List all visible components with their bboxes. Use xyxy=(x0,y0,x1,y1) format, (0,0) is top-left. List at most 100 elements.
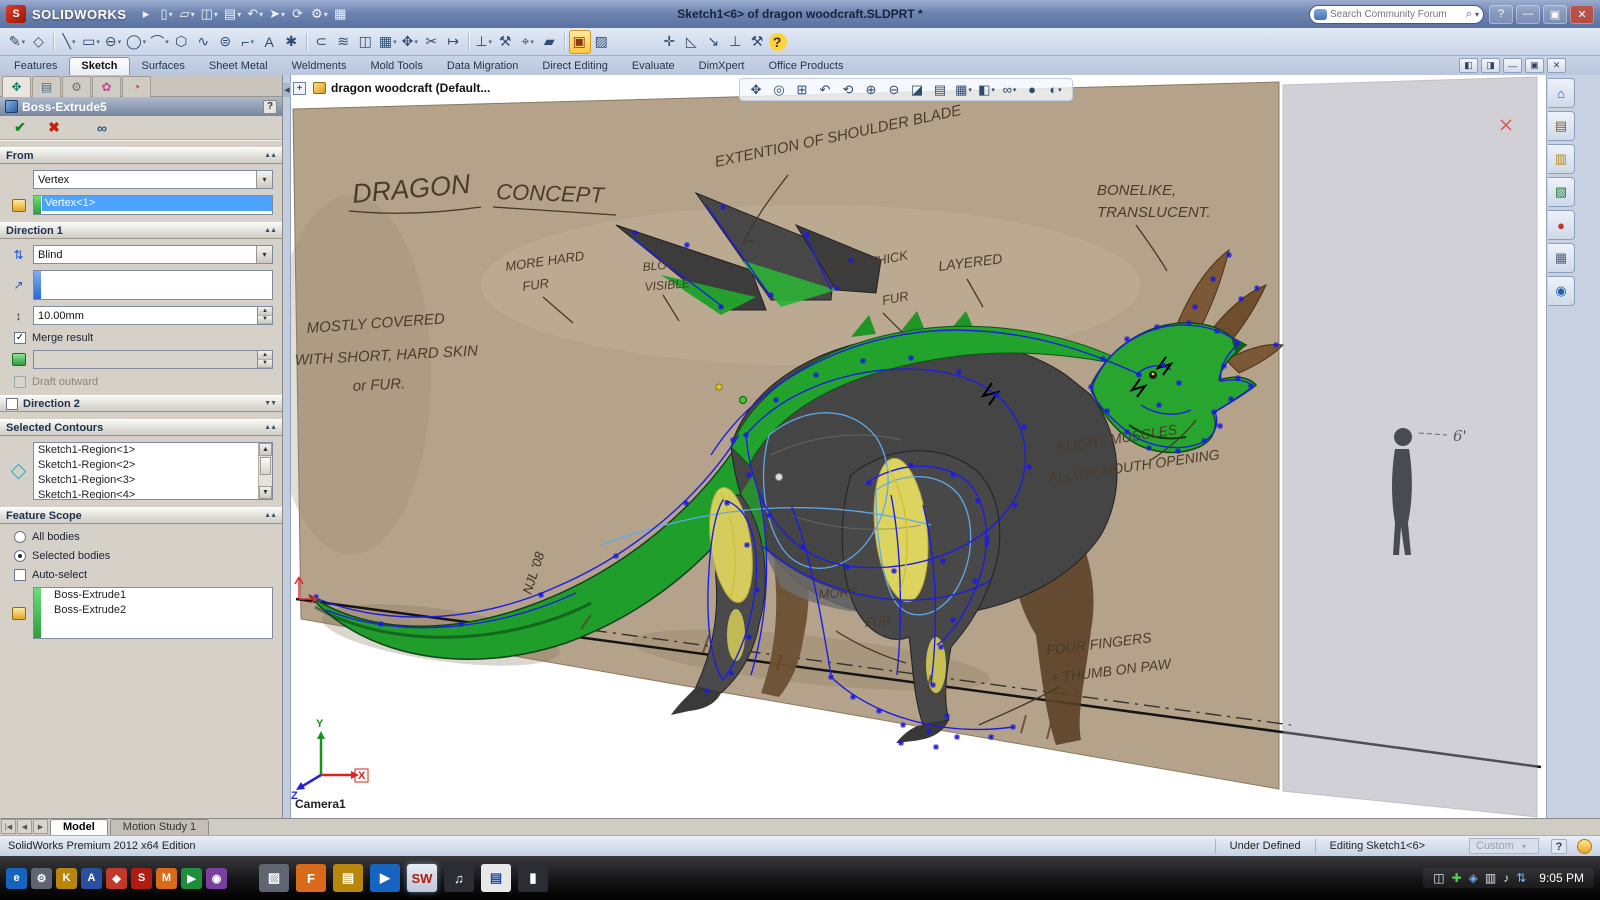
pane-split-left-icon[interactable]: ◧ xyxy=(1459,58,1478,73)
scroll-thumb[interactable] xyxy=(260,457,271,475)
move-entities-icon[interactable]: ✥▾ xyxy=(399,30,421,54)
draft-outward-checkbox[interactable] xyxy=(14,376,26,388)
design-library-icon[interactable]: ▤ xyxy=(1548,111,1575,141)
featuremanager-expand-button[interactable]: + xyxy=(293,82,306,95)
collapse-panel-icon[interactable]: ◀ xyxy=(283,83,291,97)
all-bodies-radio[interactable] xyxy=(14,531,26,543)
tab-scroll-prev[interactable]: ◀ xyxy=(17,819,32,834)
help-button[interactable]: ? xyxy=(1489,5,1513,24)
section-direction1-header[interactable]: Direction 1 ▲▲ xyxy=(0,222,282,239)
menu-expand-icon[interactable]: ▸ xyxy=(137,3,157,25)
exit-sketch-icon[interactable]: ✎▾ xyxy=(6,30,28,54)
rebuild-icon[interactable]: ⟳ xyxy=(288,3,308,25)
normal-to-icon[interactable]: ⊥ xyxy=(725,30,747,54)
tab-direct-editing[interactable]: Direct Editing xyxy=(530,57,619,75)
forum-icon[interactable]: ◉ xyxy=(1548,276,1575,306)
pan-icon[interactable]: ✥ xyxy=(745,80,768,100)
section-from-header[interactable]: From ▲▲ xyxy=(0,147,282,164)
detailed-preview-button[interactable]: ∞ xyxy=(90,118,114,138)
body-item[interactable]: Boss-Extrude2 xyxy=(50,603,272,618)
quick-internet-icon[interactable]: e xyxy=(6,868,27,889)
no-external-references-icon[interactable]: ▣ xyxy=(569,30,591,54)
rotate-view-icon[interactable]: ⟲ xyxy=(837,80,860,100)
app-console-icon[interactable]: ▮ xyxy=(518,864,548,892)
sep-4[interactable] xyxy=(564,33,566,51)
cancel-button[interactable]: ✖ xyxy=(42,118,66,138)
config-dropdown[interactable]: Custom ▾ xyxy=(1469,838,1539,854)
app-graphics-icon[interactable]: ▨ xyxy=(259,864,289,892)
view-orientation-icon[interactable]: ▦▾ xyxy=(952,80,975,100)
from-type-dropdown[interactable]: Vertex ▾ xyxy=(33,170,273,189)
depth-input[interactable] xyxy=(33,306,257,325)
instant3d-icon[interactable]: ◺ xyxy=(681,30,703,54)
quick-security-icon[interactable]: K xyxy=(56,868,77,889)
open-document-icon[interactable]: ▱▾ xyxy=(177,3,198,25)
view-palette-icon[interactable]: ▧ xyxy=(1548,177,1575,207)
quick-settings-icon[interactable]: ⚙ xyxy=(31,868,52,889)
minimize-button[interactable]: — xyxy=(1516,5,1540,24)
tab-dimxpert[interactable]: DimXpert xyxy=(687,57,757,75)
color-swatch-icon[interactable]: ▦ xyxy=(331,3,351,25)
panel-splitter[interactable]: ◀ xyxy=(283,75,291,818)
scroll-down-icon[interactable]: ▼ xyxy=(259,486,272,499)
app-music-icon[interactable]: ♫ xyxy=(444,864,474,892)
tab-mold-tools[interactable]: Mold Tools xyxy=(358,57,434,75)
direction-reference-box[interactable] xyxy=(33,270,273,300)
circle-icon[interactable]: ◯▾ xyxy=(124,30,148,54)
annotation-view-icon[interactable]: ▤ xyxy=(929,80,952,100)
custom-properties-icon[interactable]: ▦ xyxy=(1548,243,1575,273)
tab-features[interactable]: Features xyxy=(2,57,69,75)
tray-network-icon[interactable]: ⇅ xyxy=(1516,871,1526,885)
tab-scroll-next[interactable]: ▶ xyxy=(33,819,48,834)
contour-item[interactable]: Sketch1-Region<2> xyxy=(34,458,258,473)
zoom-in-icon[interactable]: ⊕ xyxy=(860,80,883,100)
fillet-icon[interactable]: ⌐▾ xyxy=(237,30,259,54)
search-icon[interactable]: ⌕ xyxy=(1466,8,1472,21)
pm-tab-settings[interactable]: ⚙ xyxy=(62,76,91,97)
tab-scroll-first[interactable]: |◀ xyxy=(1,819,16,834)
edit-appearance-icon[interactable]: ● xyxy=(1021,80,1044,100)
bodies-list[interactable]: Boss-Extrude1Boss-Extrude2 xyxy=(33,587,273,639)
tab-sketch[interactable]: Sketch xyxy=(69,57,129,75)
trim-entities-icon[interactable]: ✂ xyxy=(421,30,443,54)
quick-mail-icon[interactable]: M xyxy=(156,868,177,889)
quick-app-a-icon[interactable]: A xyxy=(81,868,102,889)
end-condition-dropdown[interactable]: Blind ▾ xyxy=(33,245,273,264)
quick-solidworks-icon[interactable]: S xyxy=(131,868,152,889)
app-explorer-icon[interactable]: ▤ xyxy=(333,864,363,892)
slot-icon[interactable]: ⊖▾ xyxy=(102,30,124,54)
pm-tab-configurations[interactable]: ✿ xyxy=(92,76,121,97)
zoom-out-icon[interactable]: ⊖ xyxy=(883,80,906,100)
search-dropdown-icon[interactable]: ▾ xyxy=(1475,10,1479,19)
zoom-area-icon[interactable]: ⊞ xyxy=(791,80,814,100)
undo-icon[interactable]: ↶▾ xyxy=(244,3,266,25)
resources-home-icon[interactable]: ⌂ xyxy=(1548,78,1575,108)
quick-player-icon[interactable]: ▶ xyxy=(181,868,202,889)
appearances-icon[interactable]: ● xyxy=(1548,210,1575,240)
rectangle-icon[interactable]: ▭▾ xyxy=(80,30,102,54)
body-item[interactable]: Boss-Extrude1 xyxy=(50,588,272,603)
pm-help-button[interactable]: ? xyxy=(263,100,277,114)
hide-show-items-icon[interactable]: ∞▾ xyxy=(998,80,1021,100)
pm-tab-featuremanager[interactable]: ▤ xyxy=(32,76,61,97)
section-view-icon[interactable]: ◪ xyxy=(906,80,929,100)
save-icon[interactable]: ◫▾ xyxy=(198,3,221,25)
draft-input[interactable] xyxy=(33,350,257,369)
contours-scrollbar[interactable]: ▲ ▼ xyxy=(258,443,272,499)
section-direction2-header[interactable]: Direction 2 ▼▼ xyxy=(0,395,282,412)
display-relations-icon[interactable]: ⊥▾ xyxy=(473,30,495,54)
from-vertex-selection-box[interactable]: Vertex<1> xyxy=(33,195,273,215)
selected-vertex-item[interactable]: Vertex<1> xyxy=(42,196,272,211)
contour-item[interactable]: Sketch1-Region<1> xyxy=(34,443,258,458)
options-icon[interactable]: ⚙▾ xyxy=(308,3,331,25)
spline-icon[interactable]: ∿ xyxy=(193,30,215,54)
linear-pattern-icon[interactable]: ▦▾ xyxy=(377,30,399,54)
convert-entities-icon[interactable]: ⊂ xyxy=(311,30,333,54)
sep-3[interactable] xyxy=(468,33,470,51)
close-button[interactable]: ✕ xyxy=(1570,5,1594,24)
select-icon[interactable]: ➤▾ xyxy=(266,3,288,25)
reverse-direction-button[interactable]: ⇅ xyxy=(8,248,29,262)
pm-tab-displaymanager[interactable]: ◔ xyxy=(122,76,151,97)
pm-tab-propertymanager[interactable]: ✥ xyxy=(2,76,31,97)
sep-1[interactable] xyxy=(53,33,55,51)
